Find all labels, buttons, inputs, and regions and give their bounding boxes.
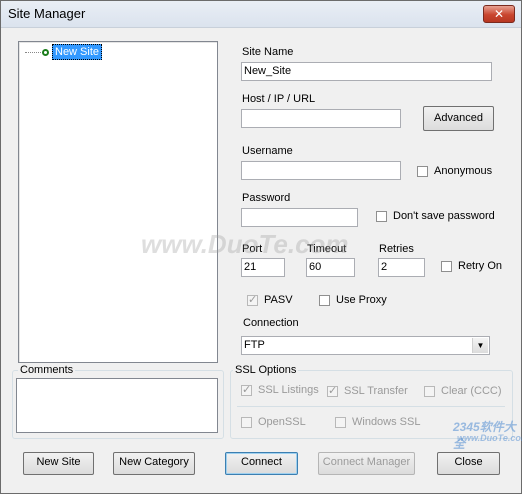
ssl-listings-checkbox[interactable] [241, 383, 252, 396]
username-input[interactable] [241, 161, 401, 180]
ssl-transfer-label: SSL Transfer [344, 385, 408, 397]
title-bar: Site Manager ✕ [1, 1, 521, 28]
use-proxy-label: Use Proxy [336, 294, 387, 306]
tree-item-new-site[interactable]: New Site [25, 44, 103, 60]
timeout-input[interactable]: 60 [306, 258, 355, 277]
site-icon [42, 48, 49, 56]
use-proxy-checkbox[interactable] [319, 295, 330, 306]
dont-save-password-label: Don't save password [393, 210, 495, 222]
connection-label: Connection [243, 317, 299, 329]
retries-input[interactable]: 2 [378, 258, 425, 277]
password-label: Password [242, 192, 291, 204]
tree-item-label: New Site [52, 44, 103, 60]
pasv-checkbox[interactable] [247, 293, 258, 306]
comments-textarea[interactable] [16, 378, 218, 433]
window-close-button[interactable]: ✕ [483, 5, 515, 23]
site-tree[interactable]: New Site [18, 41, 218, 363]
connection-select[interactable]: FTP ▼ [241, 336, 490, 355]
retry-on-checkbox[interactable] [441, 261, 452, 272]
watermark-url: www.DuoTe.com [457, 433, 522, 443]
ssl-options-title: SSL Options [233, 364, 299, 376]
connect-manager-button[interactable]: Connect Manager [318, 452, 415, 475]
advanced-button[interactable]: Advanced [423, 106, 494, 131]
clear-ccc-checkbox[interactable] [424, 386, 435, 397]
tree-connector [25, 51, 41, 53]
clear-ccc-label: Clear (CCC) [441, 385, 502, 397]
ssl-divider [237, 406, 505, 407]
port-input[interactable]: 21 [241, 258, 285, 277]
chevron-down-icon: ▼ [472, 338, 488, 353]
site-name-label: Site Name [242, 46, 294, 58]
pasv-label: PASV [264, 294, 293, 306]
anonymous-label: Anonymous [434, 165, 493, 177]
retry-on-label: Retry On [458, 260, 503, 272]
new-category-button[interactable]: New Category [113, 452, 195, 475]
retries-label: Retries [379, 243, 414, 255]
site-manager-window: Site Manager ✕ New Site Site Name New_Si… [0, 0, 522, 494]
connect-button[interactable]: Connect [225, 452, 298, 475]
close-icon: ✕ [493, 7, 505, 21]
ssl-listings-label: SSL Listings [258, 384, 319, 396]
openssl-label: OpenSSL [258, 416, 306, 428]
dont-save-password-checkbox[interactable] [376, 211, 387, 222]
window-title: Site Manager [8, 6, 86, 21]
openssl-radio[interactable] [241, 417, 252, 428]
password-input[interactable] [241, 208, 358, 227]
site-name-input[interactable]: New_Site [241, 62, 492, 81]
new-site-button[interactable]: New Site [23, 452, 94, 475]
host-input[interactable] [241, 109, 401, 128]
ssl-transfer-checkbox[interactable] [327, 384, 338, 397]
anonymous-checkbox[interactable] [417, 166, 428, 177]
comments-label: Comments [18, 364, 76, 376]
host-label: Host / IP / URL [242, 93, 316, 105]
connection-value: FTP [244, 339, 265, 351]
windows-ssl-label: Windows SSL [352, 416, 421, 428]
close-button[interactable]: Close [437, 452, 500, 475]
username-label: Username [242, 145, 293, 157]
windows-ssl-radio[interactable] [335, 417, 346, 428]
watermark-text: www.DuoTe.com [141, 229, 349, 259]
